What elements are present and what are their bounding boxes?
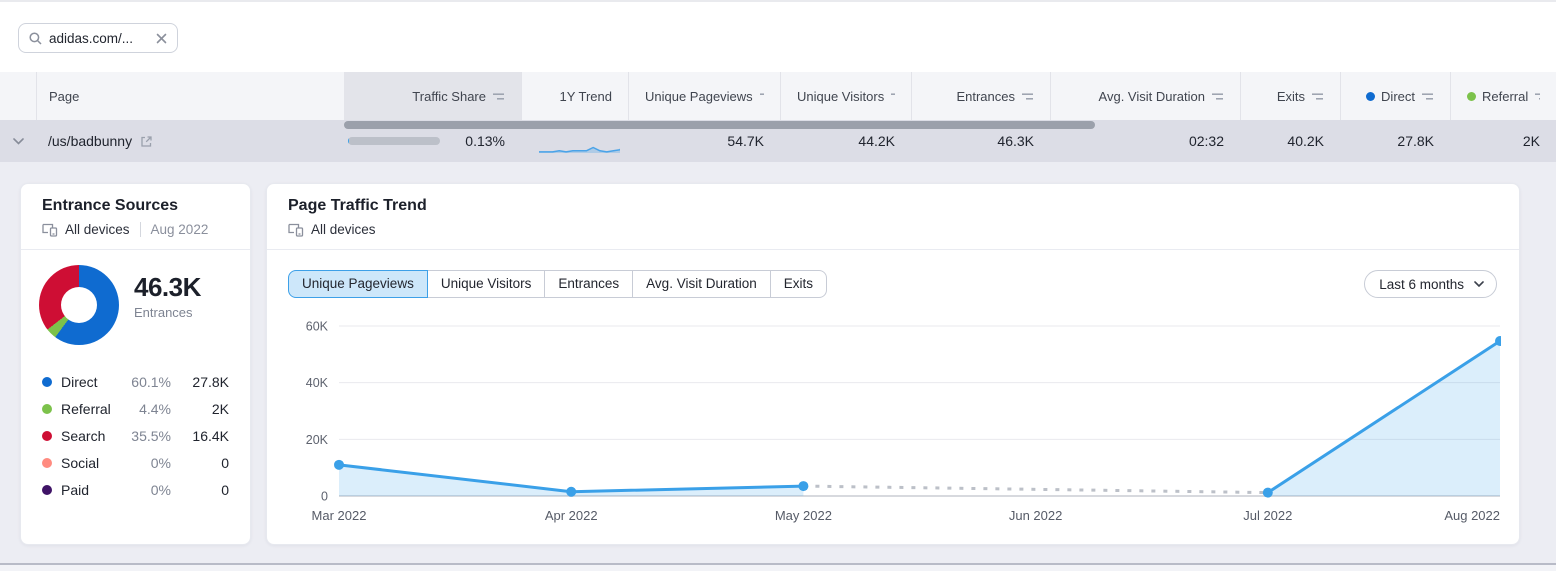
legend-item-referral[interactable]: Referral 4.4% 2K <box>42 395 229 422</box>
legend-swatch <box>42 377 52 387</box>
entrances-total-label: Entrances <box>134 305 201 320</box>
sort-icon <box>492 92 505 101</box>
1y-trend-sparkline <box>537 127 620 155</box>
column-header-avg-visit-duration[interactable]: Avg. Visit Duration <box>1050 72 1240 120</box>
column-header-direct[interactable]: Direct <box>1340 72 1450 120</box>
search-input[interactable]: adidas.com/... <box>18 23 178 53</box>
page-url: /us/badbunny <box>48 133 132 149</box>
referral-cell: 2K <box>1450 120 1556 162</box>
column-header-1y-trend[interactable]: 1Y Trend <box>521 72 628 120</box>
sort-icon <box>1534 92 1540 101</box>
legend-swatch <box>42 458 52 468</box>
svg-text:May 2022: May 2022 <box>775 508 832 523</box>
page-traffic-trend-title: Page Traffic Trend <box>288 197 1498 215</box>
entrance-sources-header: Entrance Sources All devices Aug 2022 <box>21 184 250 250</box>
header-expand-spacer <box>0 72 36 120</box>
horizontal-scrollbar-thumb[interactable] <box>344 121 1095 129</box>
direct-color-dot <box>1366 92 1375 101</box>
svg-text:Aug 2022: Aug 2022 <box>1444 508 1500 523</box>
exits-cell: 40.2K <box>1240 120 1340 162</box>
tab-avg-visit-duration[interactable]: Avg. Visit Duration <box>632 270 771 298</box>
sort-icon <box>1021 92 1034 101</box>
metric-tabs: Unique Pageviews Unique Visitors Entranc… <box>288 270 827 298</box>
table-header-row: Page Traffic Share 1Y Trend Unique Pagev… <box>0 72 1556 120</box>
tab-entrances[interactable]: Entrances <box>544 270 633 298</box>
device-filter-label[interactable]: All devices <box>65 222 130 237</box>
page-traffic-analytics-screen: adidas.com/... Page Traffic Share 1Y Tre… <box>0 0 1556 571</box>
chevron-down-icon <box>1474 281 1484 287</box>
svg-text:Jun 2022: Jun 2022 <box>1009 508 1063 523</box>
divider <box>140 222 141 237</box>
column-header-referral[interactable]: Referral <box>1450 72 1556 120</box>
column-header-unique-pageviews[interactable]: Unique Pageviews <box>628 72 780 120</box>
clear-search-icon[interactable] <box>156 33 167 44</box>
svg-text:0: 0 <box>321 490 328 504</box>
entrance-sources-title: Entrance Sources <box>42 197 229 215</box>
sort-icon <box>1311 92 1324 101</box>
svg-text:Apr 2022: Apr 2022 <box>545 508 598 523</box>
bottom-strip <box>0 565 1556 571</box>
tab-unique-visitors[interactable]: Unique Visitors <box>427 270 546 298</box>
entrances-total: 46.3K <box>134 272 201 303</box>
entrance-sources-donut-chart <box>39 265 119 345</box>
svg-text:60K: 60K <box>306 320 329 334</box>
traffic-share-value: 0.13% <box>465 133 505 149</box>
expand-row-button[interactable] <box>0 120 36 162</box>
column-header-exits[interactable]: Exits <box>1240 72 1340 120</box>
svg-text:Jul 2022: Jul 2022 <box>1243 508 1292 523</box>
legend-swatch <box>42 485 52 495</box>
sort-icon <box>890 92 895 101</box>
entrance-sources-legend: Direct 60.1% 27.8K Referral 4.4% 2K Sear… <box>42 368 229 503</box>
search-icon <box>29 32 42 45</box>
legend-item-search[interactable]: Search 35.5% 16.4K <box>42 422 229 449</box>
legend-item-paid[interactable]: Paid 0% 0 <box>42 476 229 503</box>
page-url-cell: /us/badbunny <box>36 120 344 162</box>
direct-cell: 27.8K <box>1340 120 1450 162</box>
sort-icon <box>759 92 764 101</box>
devices-icon <box>42 223 58 237</box>
column-header-unique-visitors[interactable]: Unique Visitors <box>780 72 911 120</box>
legend-item-direct[interactable]: Direct 60.1% 27.8K <box>42 368 229 395</box>
svg-text:40K: 40K <box>306 376 329 390</box>
devices-icon <box>288 223 304 237</box>
traffic-share-bar <box>348 137 440 145</box>
page-traffic-trend-card: Page Traffic Trend All devices Unique Pa… <box>266 183 1520 545</box>
column-header-page[interactable]: Page <box>36 72 344 120</box>
traffic-trend-line-chart: 0 20K 40K 60K Mar 2022 Apr 2022 May 2022 Jun 20… <box>288 317 1501 527</box>
entrance-sources-card: Entrance Sources All devices Aug 2022 46… <box>20 183 251 545</box>
date-range-select[interactable]: Last 6 months <box>1364 270 1497 298</box>
chevron-down-icon <box>13 138 24 145</box>
search-value: adidas.com/... <box>49 31 133 46</box>
device-filter-label[interactable]: All devices <box>311 222 376 237</box>
top-bar: adidas.com/... <box>0 2 1556 72</box>
column-header-entrances[interactable]: Entrances <box>911 72 1050 120</box>
tab-unique-pageviews[interactable]: Unique Pageviews <box>288 270 428 298</box>
referral-color-dot <box>1467 92 1476 101</box>
svg-text:Mar 2022: Mar 2022 <box>312 508 367 523</box>
legend-item-social[interactable]: Social 0% 0 <box>42 449 229 476</box>
period-label: Aug 2022 <box>151 222 209 237</box>
external-link-icon[interactable] <box>140 135 153 148</box>
tab-exits[interactable]: Exits <box>770 270 827 298</box>
column-header-traffic-share[interactable]: Traffic Share <box>344 72 521 120</box>
legend-swatch <box>42 404 52 414</box>
svg-text:20K: 20K <box>306 433 329 447</box>
sort-icon <box>1211 92 1224 101</box>
page-traffic-trend-header: Page Traffic Trend All devices <box>267 184 1519 250</box>
content-area: Entrance Sources All devices Aug 2022 46… <box>0 162 1556 571</box>
legend-swatch <box>42 431 52 441</box>
sort-icon <box>1421 92 1434 101</box>
